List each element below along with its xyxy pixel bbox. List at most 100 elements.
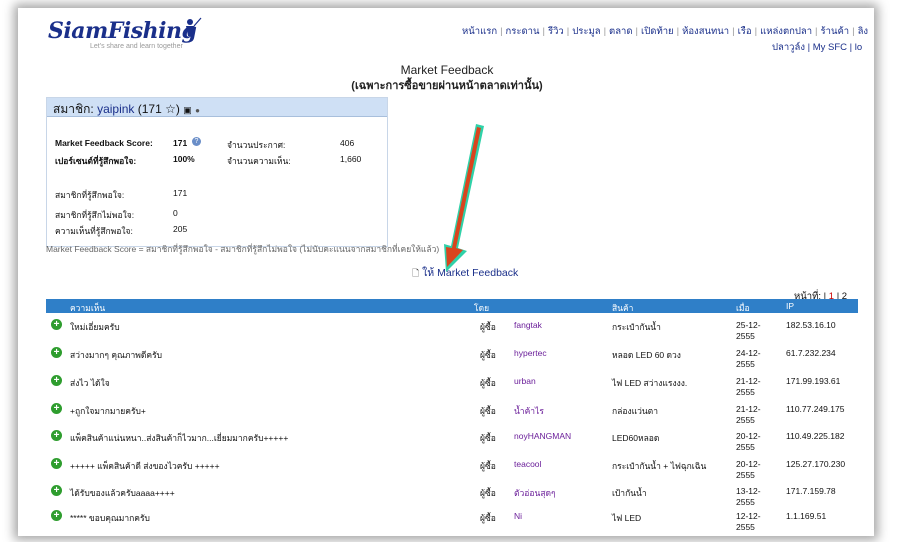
unsatisfied-members-label: สมาชิกที่รู้สึกไม่พอใจ: — [55, 210, 135, 220]
nav-separator: | — [500, 26, 503, 37]
satisfied-comments-value: 205 — [173, 224, 188, 234]
row-user[interactable]: noyHANGMAN — [514, 431, 571, 441]
col-by: โดย — [474, 303, 490, 313]
nav-separator: | — [566, 26, 570, 37]
nav-item-review[interactable]: รีวิว — [548, 26, 564, 37]
page: SiamFishing Let's share and learn togeth… — [26, 10, 868, 530]
table-row: + +++++ แพ็คสินค้าดี ส่งของไวครับ +++++ … — [46, 456, 858, 482]
row-user[interactable]: น้ำค้าไร — [514, 404, 544, 418]
row-date-2: 2555 — [736, 470, 755, 480]
row-ip: 1.1.169.51 — [786, 511, 827, 521]
satisfied-members-label: สมาชิกที่รู้สึกพอใจ: — [55, 190, 125, 200]
row-comment: +ถูกใจมากมายครับ+ — [70, 406, 146, 416]
positive-feedback-icon: + — [51, 485, 62, 496]
row-item[interactable]: ไฟ LED — [612, 511, 641, 525]
row-item[interactable]: LED60หลอด — [612, 431, 659, 445]
row-ip: 110.77.249.175 — [786, 404, 845, 414]
row-item[interactable]: ไฟ LED สว่างแรงงง. — [612, 376, 687, 390]
row-user[interactable]: Ni — [514, 511, 522, 521]
col-date: เมื่อ — [736, 303, 750, 313]
row-user[interactable]: ตัวอ่อนสุดๆ — [514, 486, 556, 500]
top-nav: หน้าแรก | กระดาน | รีวิว | ประมูล | ตลาด | เปิดท้า… — [462, 24, 868, 39]
document-icon: 🗋 — [412, 268, 420, 278]
positive-feedback-icon: + — [51, 375, 62, 386]
nav-separator: | — [804, 42, 813, 53]
row-comment: ได้รับของแล้วครับaaaa++++ — [70, 488, 175, 498]
help-icon[interactable]: ? — [192, 137, 201, 146]
table-row: + ส่งไว ได้ใจ ผู้ซื้อ urban ไฟ LED สว่าง… — [46, 373, 858, 399]
table-row: + +ถูกใจมากมายครับ+ ผู้ซื้อ น้ำค้าไร กล่… — [46, 401, 858, 427]
row-date-2: 2555 — [736, 522, 755, 530]
row-date-1: 20-12- — [736, 459, 761, 469]
row-item[interactable]: เป้ากันน้ำ — [612, 486, 647, 500]
row-date-2: 2555 — [736, 497, 755, 507]
row-user[interactable]: hypertec — [514, 348, 547, 358]
table-row: + ใหม่เอี่ยมครับ ผู้ซื้อ fangtak กระเป๋า… — [46, 317, 858, 343]
member-label: สมาชิก: — [53, 102, 94, 116]
row-date-2: 2555 — [736, 387, 755, 397]
satisfied-comments-label: ความเห็นที่รู้สึกพอใจ: — [55, 226, 133, 236]
site-logo[interactable]: SiamFishing — [48, 18, 197, 44]
nav-item-boat[interactable]: เรือ — [738, 26, 752, 37]
table-row: + สว่างมากๆ คุณภาพดีครับ ผู้ซื้อ hyperte… — [46, 345, 858, 371]
row-date-2: 2555 — [736, 359, 755, 369]
row-item[interactable]: กระเป๋ากันน้ำ + ไฟฉุกเฉิน — [612, 459, 706, 473]
screenshot-frame: SiamFishing Let's share and learn togeth… — [0, 0, 900, 542]
row-ip: 171.99.193.61 — [786, 376, 841, 386]
row-date-2: 2555 — [736, 442, 755, 452]
annotation-arrow — [444, 124, 484, 272]
satisfaction-label: เปอร์เซนต์ที่รู้สึกพอใจ: — [55, 156, 137, 166]
nav-item-links[interactable]: ลิงค์ — [858, 26, 868, 37]
row-comment: แพ็คสินค้าแน่นหนา..ส่งสินค้าก็ไวมาก...เย… — [70, 433, 289, 443]
nav-separator: | — [603, 26, 607, 37]
table-row: + ได้รับของแล้วครับaaaa++++ ผู้ซื้อ ตัวอ… — [46, 483, 858, 509]
row-item[interactable]: หลอด LED 60 ดวง — [612, 348, 681, 362]
row-role: ผู้ซื้อ — [480, 378, 496, 388]
feedback-table-header: ความเห็น โดย สินค้า เมื่อ IP — [46, 299, 858, 313]
nav-item-auction[interactable]: ประมูล — [572, 26, 600, 37]
row-role: ผู้ซื้อ — [480, 513, 496, 523]
nav-separator: | — [754, 26, 758, 37]
positive-feedback-icon: + — [51, 458, 62, 469]
nav-item-market[interactable]: ตลาด — [609, 26, 633, 37]
table-row: + ***** ขอบคุณมากครับ ผู้ซื้อ Ni ไฟ LED … — [46, 508, 858, 530]
positive-feedback-icon: + — [51, 347, 62, 358]
row-date-1: 20-12- — [736, 431, 761, 441]
page-title: Market Feedback — [400, 63, 494, 77]
nav-item-board[interactable]: กระดาน — [506, 26, 540, 37]
row-date-1: 13-12- — [736, 486, 761, 496]
row-user[interactable]: teacool — [514, 459, 541, 469]
row-date-1: 21-12- — [736, 376, 761, 386]
comments-label: จำนวนความเห็น: — [227, 156, 291, 166]
score-label: Market Feedback Score: — [55, 138, 153, 148]
nav-separator: | — [815, 26, 818, 37]
posts-value: 406 — [340, 138, 355, 148]
row-user[interactable]: fangtak — [514, 320, 542, 330]
status-dot-icon: ● — [195, 106, 200, 115]
row-user[interactable]: urban — [514, 376, 536, 386]
row-date-1: 24-12- — [736, 348, 761, 358]
fisherman-icon — [186, 17, 202, 36]
row-item[interactable]: กล่องแว่นตา — [612, 404, 658, 418]
nav-item-trunk[interactable]: เปิดท้าย — [641, 26, 674, 37]
member-summary-box: สมาชิก: yaipink (171 ☆) ▣ ● Market Feedb… — [46, 97, 388, 247]
row-date-2: 2555 — [736, 415, 755, 425]
member-name[interactable]: yaipink — [97, 102, 134, 116]
nav-item-home[interactable]: หน้าแรก — [462, 26, 497, 37]
nav-item-logout[interactable]: lo — [855, 42, 862, 53]
col-item: สินค้า — [612, 303, 634, 313]
nav-item-my-sfc[interactable]: My SFC — [813, 42, 847, 53]
nav-item-spots[interactable]: แหล่งตกปลา — [760, 26, 812, 37]
score-value: 171 — [173, 138, 188, 148]
nav-item-chat[interactable]: ห้องสนทนา — [682, 26, 729, 37]
row-role: ผู้ซื้อ — [480, 406, 496, 416]
member-score-badge: (171 — [137, 102, 162, 116]
row-ip: 61.7.232.234 — [786, 348, 836, 358]
nav-item-shops[interactable]: ร้านค้า — [821, 26, 850, 37]
row-date-2: 2555 — [736, 331, 755, 341]
row-item[interactable]: กระเป๋ากันน้ำ — [612, 320, 661, 334]
nav-item-user[interactable]: ปลาวูล์ง — [772, 42, 805, 53]
row-comment: สว่างมากๆ คุณภาพดีครับ — [70, 350, 163, 360]
row-role: ผู้ซื้อ — [480, 433, 496, 443]
profile-card-icon[interactable]: ▣ — [183, 105, 192, 115]
